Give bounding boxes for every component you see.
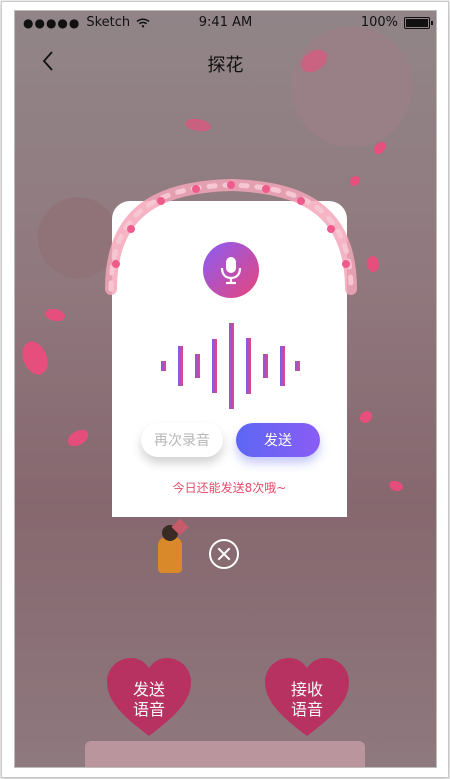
receive-voice-label: 接收 语音	[263, 680, 351, 720]
device-frame: ●●●●● Sketch 9:41 AM 100% 探花 发送 语音 接收 语音…	[2, 2, 448, 777]
rerecord-button[interactable]: 再次录音	[141, 423, 223, 457]
petal-decoration	[360, 411, 372, 423]
battery-icon	[404, 16, 433, 29]
send-voice-label-line1: 发送	[132, 680, 165, 699]
petal-decoration	[65, 427, 91, 449]
remaining-count-text: 今日还能发送8次哦~	[172, 481, 287, 495]
petal-decoration	[43, 305, 67, 325]
send-voice-label-line2: 语音	[132, 700, 165, 719]
battery-percent: 100%	[360, 15, 398, 30]
stage-decoration	[85, 741, 365, 767]
send-button[interactable]: 发送	[236, 423, 320, 457]
petal-decoration	[372, 139, 388, 157]
audio-waveform	[161, 323, 300, 409]
close-icon[interactable]	[209, 539, 239, 569]
page-title: 探花	[207, 55, 244, 76]
receive-voice-label-line1: 接收	[290, 680, 323, 699]
status-bar: ●●●●● Sketch 9:41 AM 100%	[15, 11, 436, 33]
receive-voice-label-line2: 语音	[290, 700, 323, 719]
status-right: 100%	[360, 15, 433, 30]
petal-decoration	[350, 176, 360, 186]
app-screen: ●●●●● Sketch 9:41 AM 100% 探花 发送 语音 接收 语音…	[14, 10, 437, 768]
character-illustration	[150, 518, 190, 581]
navigation-bar: 探花	[15, 43, 436, 79]
microphone-icon	[220, 257, 242, 285]
petal-decoration	[387, 478, 405, 494]
receive-voice-button[interactable]: 接收 语音	[263, 656, 351, 740]
petal-decoration	[364, 254, 382, 274]
microphone-button[interactable]	[203, 242, 259, 298]
petal-decoration	[183, 115, 213, 135]
send-voice-button[interactable]: 发送 语音	[105, 656, 193, 740]
petal-decoration	[15, 337, 55, 379]
send-voice-label: 发送 语音	[105, 680, 193, 720]
